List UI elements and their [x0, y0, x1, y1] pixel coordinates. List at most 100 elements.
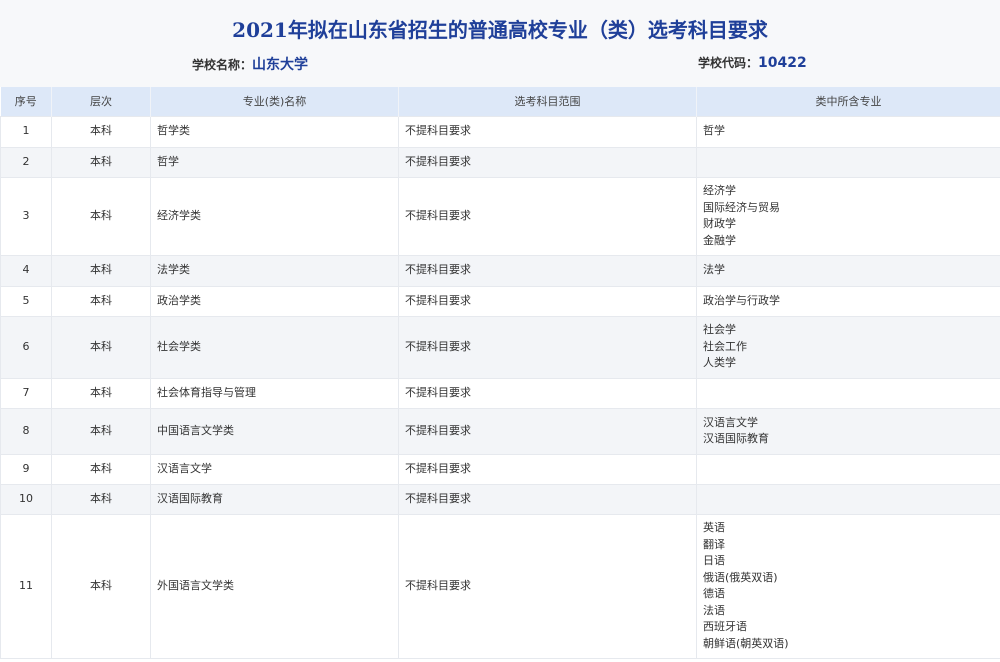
- column-header-major-name: 专业(类)名称: [150, 87, 399, 116]
- school-code-value: 10422: [758, 55, 807, 71]
- cell-major-name: 政治学类: [150, 285, 399, 317]
- included-major-item: 法学: [703, 263, 725, 277]
- table-header-row: 序号 层次 专业(类)名称 选考科目范围 类中所含专业: [0, 87, 1000, 116]
- cell-no: 10: [0, 483, 52, 515]
- included-major-item: 西班牙语: [703, 620, 747, 633]
- cell-level: 本科: [51, 176, 151, 256]
- cell-level: 本科: [51, 377, 151, 409]
- included-major-item: 社会学: [703, 323, 736, 337]
- cell-no: 11: [0, 513, 52, 659]
- cell-level: 本科: [51, 146, 151, 178]
- cell-no: 4: [0, 254, 52, 287]
- cell-included-majors: 英语翻译日语俄语(俄英双语) 德语法语西班牙语朝鲜语(朝英双语): [696, 513, 1000, 659]
- cell-subjects: 不提科目要求: [398, 146, 697, 178]
- included-major-item: 俄语(俄英双语): [703, 570, 778, 584]
- cell-included-majors: 政治学与行政学: [696, 285, 1000, 317]
- table-row: 8 本科 中国语言文学类 不提科目要求 汉语言文学汉语国际教育: [0, 407, 1000, 455]
- included-major-item: 金融学: [703, 233, 736, 247]
- cell-subjects: 不提科目要求: [398, 176, 697, 256]
- cell-no: 7: [0, 377, 52, 409]
- cell-no: 6: [0, 315, 52, 379]
- cell-level: 本科: [51, 315, 151, 379]
- included-major-item: 社会工作: [703, 339, 747, 353]
- table-row: 7 本科 社会体育指导与管理 不提科目要求: [0, 377, 1000, 409]
- cell-major-name: 中国语言文学类: [150, 407, 399, 455]
- table-row: 1 本科 哲学类 不提科目要求 哲学: [0, 115, 1000, 148]
- table-body: 1 本科 哲学类 不提科目要求 哲学 2 本科 哲学 不提科目要求 3 本科 经济学类 不提科目要求 经济…: [0, 115, 1000, 659]
- cell-level: 本科: [51, 254, 151, 287]
- included-major-item: 国际经济与贸易: [703, 200, 780, 214]
- school-name-value: 山东大学: [252, 57, 309, 73]
- table-row: 3 本科 经济学类 不提科目要求 经济学国际经济与贸易 财政学金融学: [0, 176, 1000, 256]
- cell-included-majors: 社会学社会工作人类学: [696, 315, 1000, 379]
- cell-included-majors: 哲学: [696, 115, 1000, 148]
- table-row: 9 本科 汉语言文学 不提科目要求: [0, 453, 1000, 485]
- cell-included-majors: 经济学国际经济与贸易 财政学金融学: [696, 176, 1000, 256]
- column-header-included-majors: 类中所含专业: [696, 87, 1000, 116]
- cell-level: 本科: [51, 285, 151, 317]
- cell-subjects: 不提科目要求: [398, 407, 697, 455]
- included-major-item: 法语: [703, 603, 725, 617]
- cell-no: 3: [0, 176, 52, 256]
- included-major-item: 英语: [703, 521, 725, 534]
- page-title: 2021年拟在山东省招生的普通高校专业（类）选考科目要求: [232, 18, 768, 42]
- included-major-item: 朝鲜语(朝英双语): [703, 636, 789, 650]
- cell-subjects: 不提科目要求: [398, 483, 697, 515]
- cell-major-name: 社会体育指导与管理: [150, 377, 399, 409]
- table-row: 2 本科 哲学 不提科目要求: [0, 146, 1000, 178]
- included-major-item: 经济学: [703, 184, 736, 197]
- cell-level: 本科: [51, 513, 151, 659]
- cell-major-name: 外国语言文学类: [150, 513, 399, 659]
- cell-subjects: 不提科目要求: [398, 254, 697, 287]
- cell-major-name: 哲学: [150, 146, 399, 178]
- cell-level: 本科: [51, 483, 151, 515]
- cell-major-name: 经济学类: [150, 176, 399, 256]
- column-header-level: 层次: [51, 87, 151, 116]
- cell-major-name: 汉语言文学: [150, 453, 399, 485]
- cell-included-majors: 法学: [696, 254, 1000, 287]
- subject-requirements-table: 序号 层次 专业(类)名称 选考科目范围 类中所含专业 1 本科 哲学类 不提科目要求…: [0, 87, 1000, 659]
- included-major-item: 人类学: [703, 356, 736, 370]
- cell-level: 本科: [51, 453, 151, 485]
- included-major-item: 日语: [703, 554, 725, 567]
- cell-included-majors: [696, 453, 1000, 485]
- school-code-field: 学校代码：10422: [698, 54, 807, 71]
- table-row: 5 本科 政治学类 不提科目要求 政治学与行政学: [0, 285, 1000, 317]
- included-major-item: 财政学: [703, 217, 736, 230]
- cell-subjects: 不提科目要求: [398, 513, 697, 659]
- column-header-subjects: 选考科目范围: [398, 87, 697, 116]
- cell-no: 2: [0, 146, 52, 178]
- cell-no: 1: [0, 115, 52, 148]
- included-major-item: 汉语国际教育: [703, 432, 769, 445]
- cell-major-name: 法学类: [150, 254, 399, 287]
- included-major-item: 政治学与行政学: [703, 293, 780, 307]
- cell-subjects: 不提科目要求: [398, 115, 697, 148]
- included-major-item: 哲学: [703, 124, 725, 138]
- cell-no: 9: [0, 453, 52, 485]
- cell-major-name: 社会学类: [150, 315, 399, 379]
- table-row: 10 本科 汉语国际教育 不提科目要求: [0, 483, 1000, 515]
- school-name-label: 学校名称：: [192, 58, 253, 72]
- included-major-item: 汉语言文学: [703, 415, 758, 429]
- table-row: 11 本科 外国语言文学类 不提科目要求 英语翻译日语俄语(俄英双语) 德语法语西班牙语朝…: [0, 513, 1000, 659]
- cell-level: 本科: [51, 115, 151, 148]
- included-major-item: 翻译: [703, 537, 725, 551]
- school-name-field: 学校名称：山东大学: [192, 54, 308, 74]
- cell-major-name: 汉语国际教育: [150, 483, 399, 515]
- cell-included-majors: [696, 146, 1000, 178]
- cell-included-majors: [696, 377, 1000, 409]
- cell-level: 本科: [51, 407, 151, 455]
- school-code-label: 学校代码：: [698, 56, 759, 70]
- cell-subjects: 不提科目要求: [398, 377, 697, 409]
- cell-no: 8: [0, 407, 52, 455]
- cell-major-name: 哲学类: [150, 115, 399, 148]
- cell-included-majors: [696, 483, 1000, 515]
- table-row: 6 本科 社会学类 不提科目要求 社会学 社会工作 人类学: [0, 315, 1000, 379]
- included-major-item: 德语: [703, 587, 725, 600]
- column-header-no: 序号: [0, 87, 52, 116]
- cell-included-majors: 汉语言文学汉语国际教育: [696, 407, 1000, 455]
- cell-subjects: 不提科目要求: [398, 285, 697, 317]
- table-row: 4 本科 法学类 不提科目要求 法学: [0, 254, 1000, 287]
- cell-no: 5: [0, 285, 52, 317]
- page-header: 2021年拟在山东省招生的普通高校专业（类）选考科目要求 学校名称：山东大学 学…: [0, 0, 1000, 87]
